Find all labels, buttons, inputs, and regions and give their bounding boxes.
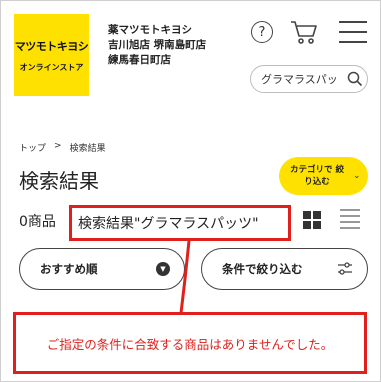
breadcrumb-home[interactable]: トップ	[19, 141, 46, 154]
grid-cell	[303, 211, 311, 219]
list-bar	[340, 221, 360, 223]
list-bar	[340, 227, 360, 229]
search-icon[interactable]	[347, 71, 363, 87]
page-title: 検索結果	[19, 169, 99, 193]
store-line: 練馬春日町店	[108, 54, 171, 66]
grid-cell	[303, 221, 311, 229]
filter-label: 条件で絞り込む	[222, 262, 303, 276]
menu-bar	[339, 21, 367, 23]
logo-sub-text: オンラインストア	[19, 62, 84, 72]
breadcrumb-separator: >	[54, 141, 62, 151]
store-logo[interactable]: マツモトキヨシ オンラインストア	[14, 14, 89, 96]
category-filter-button[interactable]: カテゴリで 絞り込む ⌄	[279, 157, 368, 195]
search-input[interactable]	[261, 72, 347, 86]
filter-button[interactable]: 条件で絞り込む	[201, 248, 368, 290]
cart-icon[interactable]	[290, 19, 318, 45]
page-frame: マツモトキヨシ オンラインストア 薬マツモトキヨシ 吉川旭店 堺南島町店 練馬春…	[0, 0, 381, 382]
help-icon[interactable]: ?	[251, 21, 273, 43]
list-view-icon[interactable]	[340, 209, 360, 229]
highlight-connector	[179, 241, 191, 313]
store-line: 薬マツモトキヨシ	[108, 24, 192, 36]
store-info[interactable]: 薬マツモトキヨシ 吉川旭店 堺南島町店 練馬春日町店	[108, 23, 206, 68]
chevron-down-icon: ▼	[156, 262, 170, 276]
list-bar	[340, 209, 360, 211]
logo-brand-text: マツモトキヨシ	[14, 39, 89, 53]
grid-cell	[313, 211, 321, 219]
list-bar	[340, 215, 360, 217]
menu-bar	[339, 41, 367, 43]
search-box[interactable]	[250, 65, 368, 93]
result-count: 0商品	[19, 214, 56, 230]
grid-cell	[313, 221, 321, 229]
sliders-icon	[338, 262, 352, 275]
chevron-down-icon: ⌄	[353, 171, 361, 181]
store-line: 吉川旭店 堺南島町店	[108, 39, 207, 51]
sort-label: おすすめ順	[40, 262, 98, 276]
search-query-label: 検索結果"グラマラスパッツ"	[69, 205, 291, 241]
grid-view-icon[interactable]	[303, 211, 321, 229]
no-results-notice: ご指定の条件に合致する商品はありませんでした。	[13, 312, 367, 374]
breadcrumb-current: 検索結果	[69, 144, 106, 154]
sort-button[interactable]: おすすめ順 ▼	[19, 248, 185, 290]
hamburger-menu-icon[interactable]	[339, 21, 367, 43]
breadcrumb: トップ > 検索結果	[19, 141, 106, 154]
category-button-label: カテゴリで 絞り込む	[290, 165, 344, 187]
menu-bar	[339, 31, 367, 33]
